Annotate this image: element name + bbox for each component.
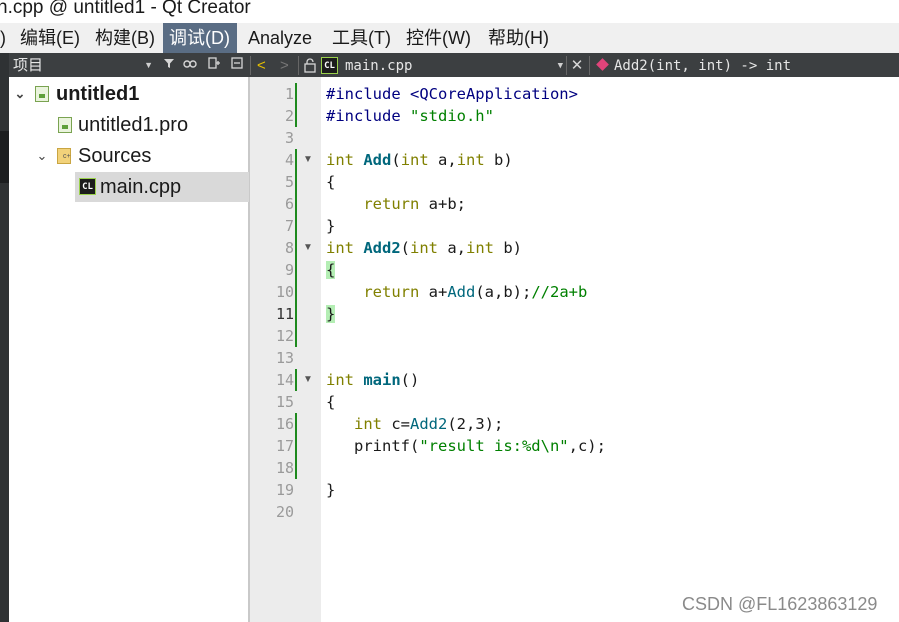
tree-node-label: main.cpp (100, 176, 182, 198)
line-number: 17 (275, 437, 294, 455)
toolbar-separator (566, 56, 567, 75)
menu-item-tools[interactable]: 工具(T) (330, 23, 393, 53)
line-number: 4 (284, 151, 294, 169)
code-line[interactable]: { (326, 171, 335, 193)
line-number: 3 (284, 129, 294, 147)
close-document-icon[interactable]: ✕ (568, 56, 586, 75)
menu-item-build[interactable]: 构建(B) (93, 23, 157, 53)
code-line[interactable]: int Add(int a,int b) (326, 149, 513, 171)
code-line[interactable]: { (326, 391, 335, 413)
project-view-combo[interactable]: 项目 ▼ (10, 56, 155, 75)
line-number: 10 (275, 283, 294, 301)
toolbar-separator (589, 56, 590, 75)
symbol-label: Add2(int, int) -> int (614, 58, 792, 74)
menu-item-clipped[interactable]: ) (0, 23, 10, 53)
tree-node-label: Sources (78, 145, 152, 167)
menu-item-edit[interactable]: 编辑(E) (18, 23, 82, 53)
line-number: 14 (275, 371, 294, 389)
chevron-down-icon[interactable]: ⌄ (35, 141, 49, 171)
code-line[interactable]: #include <QCoreApplication> (326, 83, 578, 105)
code-line[interactable]: } (326, 303, 336, 325)
symbol-combo[interactable]: Add2(int, int) -> int (614, 57, 894, 76)
change-marker (295, 413, 297, 479)
tree-node-label: untitled1 (56, 83, 140, 105)
split-icon[interactable] (204, 56, 224, 75)
tree-node-sources[interactable]: ⌄ Sources (35, 141, 249, 171)
line-number: 6 (284, 195, 294, 213)
tree-node-project[interactable]: ⌄ untitled1 (13, 79, 249, 109)
open-document-name: main.cpp (345, 58, 413, 74)
project-view-label: 项目 (13, 57, 44, 74)
toolbar-separator (250, 56, 251, 75)
line-number: 16 (275, 415, 294, 433)
cpp-file-icon: CL (321, 57, 338, 74)
mode-sidebar (0, 53, 9, 622)
line-number: 5 (284, 173, 294, 191)
toolbar-separator (298, 56, 299, 75)
fold-arrow-icon[interactable]: ▼ (303, 237, 313, 259)
menu-item-debug[interactable]: 调试(D) (163, 23, 237, 53)
line-number: 13 (275, 349, 294, 367)
change-marker (295, 149, 297, 347)
line-number: 2 (284, 107, 294, 125)
code-line[interactable]: { (326, 259, 336, 281)
lock-icon[interactable] (304, 58, 316, 73)
nav-back-icon[interactable]: < (257, 57, 266, 74)
nav-forward-icon[interactable]: > (280, 57, 289, 74)
project-icon (35, 86, 49, 102)
change-marker (295, 83, 297, 127)
code-line[interactable]: int main() (326, 369, 419, 391)
line-number: 18 (275, 459, 294, 477)
chevron-down-icon[interactable]: ⌄ (13, 79, 27, 109)
window-title: n.cpp @ untitled1 - Qt Creator (0, 0, 251, 18)
chevron-down-icon: ▼ (557, 61, 563, 71)
open-document-combo[interactable]: main.cpp ▼ (345, 57, 565, 76)
code-line[interactable]: int Add2(int a,int b) (326, 237, 522, 259)
tree-node-pro-file[interactable]: untitled1.pro (58, 110, 249, 140)
pro-file-icon (58, 117, 72, 133)
link-icon[interactable] (180, 56, 200, 75)
chevron-down-icon: ▼ (144, 60, 153, 70)
menu-item-widgets[interactable]: 控件(W) (404, 23, 473, 53)
cpp-file-icon: CL (79, 178, 96, 195)
fold-arrow-icon[interactable]: ▼ (303, 149, 313, 171)
close-panel-icon[interactable] (227, 56, 247, 75)
fold-arrow-icon[interactable]: ▼ (303, 369, 313, 391)
code-line[interactable]: #include "stdio.h" (326, 105, 494, 127)
menu-item-help[interactable]: 帮助(H) (486, 23, 551, 53)
menu-bar: ) 编辑(E) 构建(B) 调试(D) Analyze 工具(T) 控件(W) … (0, 23, 899, 53)
line-number: 20 (275, 503, 294, 521)
code-line[interactable]: } (326, 479, 335, 501)
code-line[interactable]: } (326, 215, 335, 237)
tree-node-label: untitled1.pro (78, 114, 189, 136)
code-line[interactable]: printf("result is:%d\n",c); (326, 435, 606, 457)
line-number: 12 (275, 327, 294, 345)
menu-item-analyze[interactable]: Analyze (246, 23, 314, 53)
mode-sidebar-indicator (0, 131, 9, 183)
line-number: 1 (284, 85, 294, 103)
line-number: 19 (275, 481, 294, 499)
sources-folder-icon (57, 148, 71, 164)
line-number: 8 (284, 239, 294, 257)
line-number: 15 (275, 393, 294, 411)
code-line[interactable]: return a+b; (326, 193, 466, 215)
watermark: CSDN @FL1623863129 (682, 594, 878, 614)
window-titlebar: n.cpp @ untitled1 - Qt Creator (0, 0, 899, 23)
code-line[interactable]: return a+Add(a,b);//2a+b (326, 281, 587, 303)
tree-node-main-cpp[interactable]: CL main.cpp (75, 172, 249, 202)
line-number: 9 (284, 261, 294, 279)
line-number-current: 11 (275, 305, 294, 323)
filter-icon[interactable] (159, 56, 179, 75)
line-number: 7 (284, 217, 294, 235)
code-line[interactable]: int c=Add2(2,3); (326, 413, 503, 435)
change-marker (295, 369, 297, 391)
